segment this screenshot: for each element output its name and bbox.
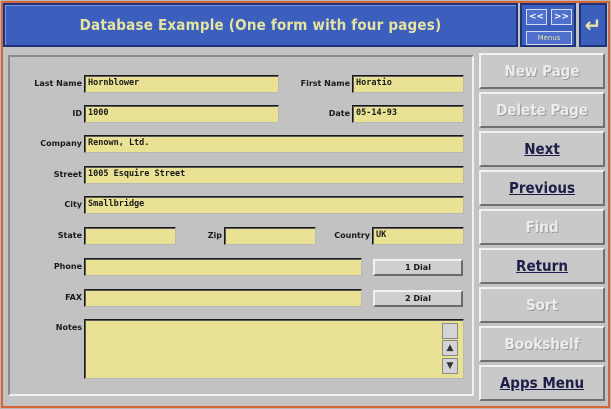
new-page-button[interactable]: New Page [479, 53, 605, 89]
date-label: Date [328, 109, 350, 118]
menus-button[interactable]: Menus [526, 31, 572, 45]
return-arrow-icon[interactable]: ↵ [579, 3, 607, 47]
fax-label: FAX [65, 293, 82, 302]
street-label: Street [53, 170, 82, 179]
id-label: ID [72, 109, 82, 118]
sort-button[interactable]: Sort [479, 287, 605, 323]
first-name-label: First Name [300, 79, 350, 88]
phone-field[interactable] [84, 258, 362, 276]
record-form: Last Name Hornblower First Name Horatio … [8, 55, 474, 396]
scroll-up-icon[interactable]: ▲ [442, 340, 458, 356]
notes-scroll-thumb[interactable] [442, 323, 458, 339]
city-field[interactable]: Smallbridge [84, 196, 464, 214]
zip-field[interactable] [224, 227, 316, 245]
fax-field[interactable] [84, 289, 362, 307]
notes-label: Notes [55, 323, 82, 332]
company-field[interactable]: Renown, Ltd. [84, 135, 464, 153]
zip-label: Zip [207, 231, 222, 240]
last-name-label: Last Name [34, 79, 82, 88]
dial-1-button[interactable]: 1 Dial [373, 259, 463, 276]
previous-button-label: Previous [508, 179, 576, 197]
company-label: Company [40, 139, 82, 148]
delete-page-button[interactable]: Delete Page [479, 92, 605, 128]
apps-menu-button[interactable]: Apps Menu [479, 365, 605, 401]
state-label: State [57, 231, 82, 240]
bookshelf-button[interactable]: Bookshelf [479, 326, 605, 362]
scroll-down-icon[interactable]: ▼ [442, 358, 458, 374]
title-bar: Database Example (One form with four pag… [3, 3, 518, 47]
return-button[interactable]: Return [479, 248, 605, 284]
date-field[interactable]: 05-14-93 [352, 105, 464, 123]
first-name-field[interactable]: Horatio [352, 75, 464, 93]
state-field[interactable] [84, 227, 176, 245]
next-button[interactable]: Next [479, 131, 605, 167]
phone-label: Phone [53, 262, 82, 271]
country-label: Country [334, 231, 370, 240]
previous-page-arrow-icon[interactable]: << [526, 9, 547, 25]
previous-button[interactable]: Previous [479, 170, 605, 206]
find-button[interactable]: Find [479, 209, 605, 245]
apps-menu-button-label: Apps Menu [499, 374, 585, 392]
dial-2-button[interactable]: 2 Dial [373, 290, 463, 307]
last-name-field[interactable]: Hornblower [84, 75, 279, 93]
country-field[interactable]: UK [372, 227, 464, 245]
next-page-arrow-icon[interactable]: >> [551, 9, 572, 25]
notes-field[interactable] [84, 319, 464, 379]
return-button-label: Return [516, 257, 568, 275]
next-button-label: Next [524, 140, 560, 158]
window-title: Database Example (One form with four pag… [79, 16, 442, 34]
nav-controls: << >> Menus [520, 3, 576, 47]
city-label: City [64, 200, 82, 209]
street-field[interactable]: 1005 Esquire Street [84, 166, 464, 184]
id-field[interactable]: 1000 [84, 105, 279, 123]
